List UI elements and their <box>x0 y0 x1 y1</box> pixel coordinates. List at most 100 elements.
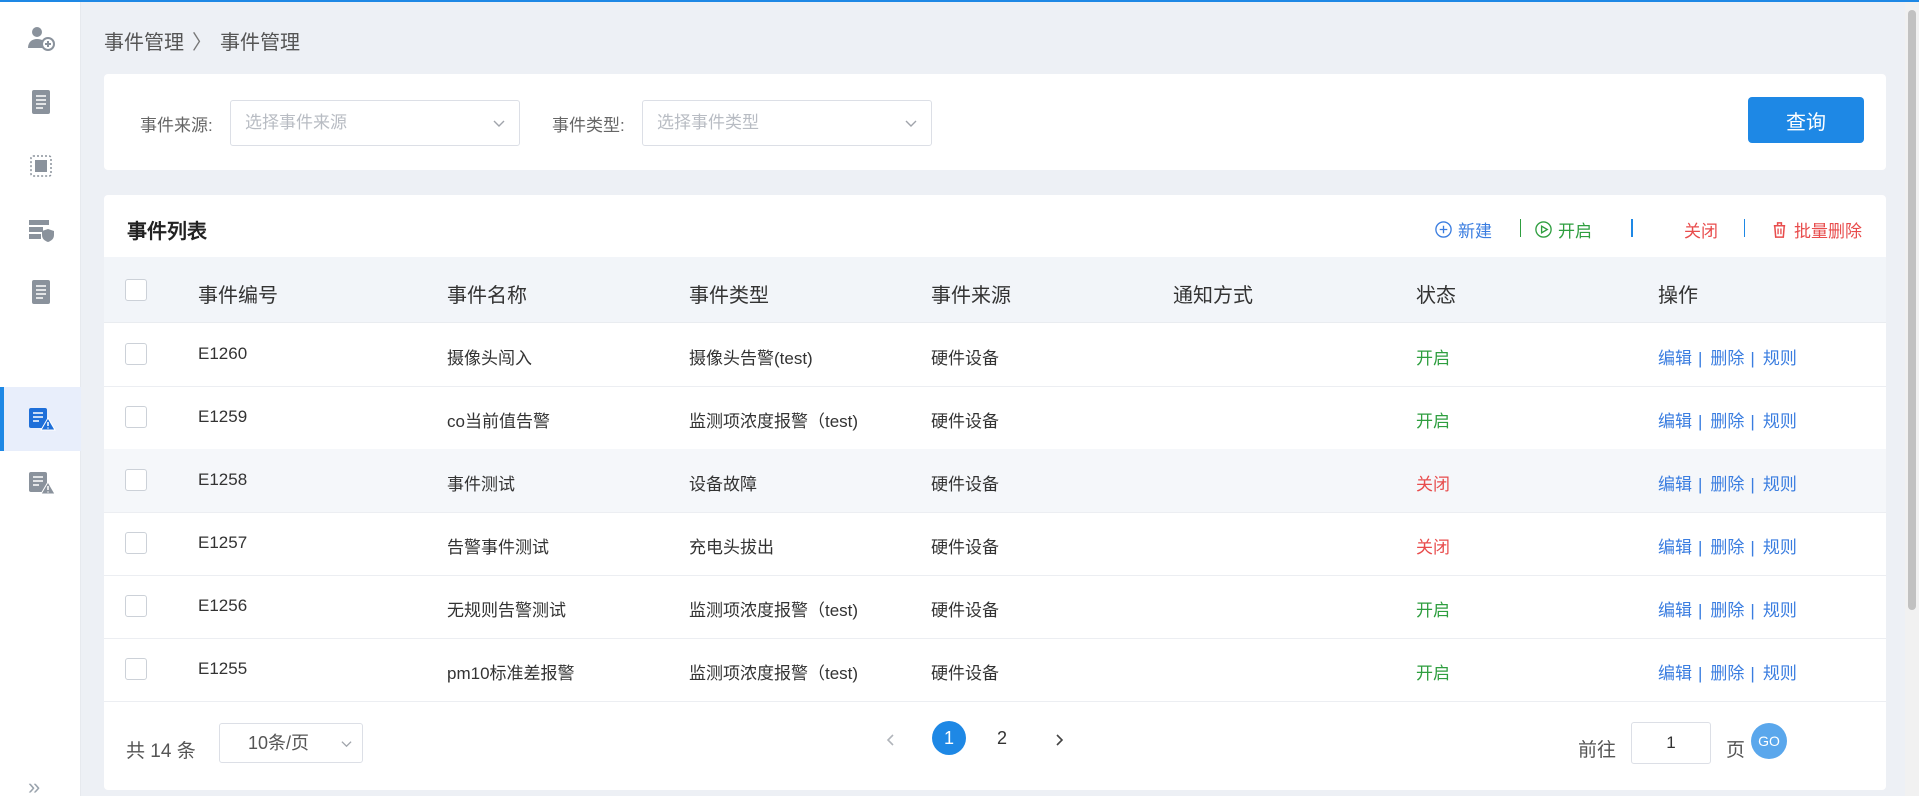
event-list-title: 事件列表 <box>127 221 207 243</box>
table-row[interactable]: E1260 摄像头闯入 摄像头告警(test) 硬件设备 开启 编辑 | 删除 | 规则 <box>104 323 1886 387</box>
rule-link[interactable]: 规则 <box>1763 538 1797 557</box>
page-scrollbar[interactable] <box>1905 2 1919 796</box>
page-size-select[interactable]: 10条/页 <box>219 723 363 763</box>
event-source-cell: 硬件设备 <box>931 349 999 368</box>
action-separator: | <box>1750 664 1755 683</box>
action-separator: | <box>1750 538 1755 557</box>
sidebar-item-event-management[interactable] <box>0 387 81 451</box>
next-page-icon[interactable] <box>1052 733 1066 747</box>
collapse-sidebar-icon[interactable]: » <box>28 776 40 796</box>
goto-page-input[interactable] <box>1631 722 1711 764</box>
sidebar-item-security[interactable] <box>0 198 81 262</box>
event-type-cell: 设备故障 <box>689 475 757 494</box>
event-name-cell: 无规则告警测试 <box>447 601 566 620</box>
batch-delete-button[interactable]: 批量删除 <box>1770 217 1862 242</box>
rule-link[interactable]: 规则 <box>1763 664 1797 683</box>
event-type-label: 事件类型: <box>552 116 625 135</box>
row-checkbox[interactable] <box>125 406 147 428</box>
edit-link[interactable]: 编辑 <box>1658 475 1692 494</box>
delete-link[interactable]: 删除 <box>1710 664 1744 683</box>
query-button[interactable]: 查询 <box>1748 97 1864 143</box>
status-cell: 关闭 <box>1416 475 1450 494</box>
row-checkbox[interactable] <box>125 658 147 680</box>
enable-button[interactable]: 开启 <box>1534 217 1592 242</box>
sidebar-item-user-add[interactable] <box>0 6 81 70</box>
event-source-placeholder: 选择事件来源 <box>245 113 347 132</box>
status-cell: 开启 <box>1416 601 1450 620</box>
row-checkbox[interactable] <box>125 469 147 491</box>
table-row[interactable]: E1258 事件测试 设备故障 硬件设备 关闭 编辑 | 删除 | 规则 <box>104 449 1886 513</box>
event-id-cell: E1258 <box>198 470 248 489</box>
disable-label: 关闭 <box>1684 222 1718 241</box>
event-source-select[interactable]: 选择事件来源 <box>230 100 520 146</box>
sidebar-item-devices[interactable] <box>0 134 81 198</box>
chevron-down-icon <box>341 741 352 748</box>
table-row[interactable]: E1255 pm10标准差报警 监测项浓度报警（test) 硬件设备 开启 编辑 | 删除 | 规… <box>104 638 1886 702</box>
edit-link[interactable]: 编辑 <box>1658 664 1692 683</box>
select-all-checkbox[interactable] <box>125 279 147 301</box>
status-cell: 开启 <box>1416 664 1450 683</box>
enable-label: 开启 <box>1558 222 1592 241</box>
rule-link[interactable]: 规则 <box>1763 349 1797 368</box>
sidebar: » <box>0 2 81 796</box>
column-header-status[interactable]: 状态 <box>1416 279 1456 308</box>
column-header-type[interactable]: 事件类型 <box>689 279 769 308</box>
event-name-cell: 事件测试 <box>447 475 515 494</box>
rule-link[interactable]: 规则 <box>1763 412 1797 431</box>
trash-icon <box>1773 222 1786 238</box>
row-actions: 编辑 | 删除 | 规则 <box>1658 659 1797 684</box>
table-header: 事件编号 事件名称 事件类型 事件来源 通知方式 状态 操作 <box>104 257 1886 323</box>
column-header-notify[interactable]: 通知方式 <box>1173 279 1253 308</box>
row-checkbox[interactable] <box>125 532 147 554</box>
disable-button[interactable]: 关闭 <box>1684 217 1718 242</box>
action-separator: | <box>1698 538 1703 557</box>
go-button[interactable]: GO <box>1751 723 1787 759</box>
edit-link[interactable]: 编辑 <box>1658 601 1692 620</box>
sidebar-item-documents[interactable] <box>0 70 81 134</box>
table-row[interactable]: E1257 告警事件测试 充电头拔出 硬件设备 关闭 编辑 | 删除 | 规则 <box>104 512 1886 576</box>
page-button-2[interactable]: 2 <box>985 721 1019 755</box>
delete-link[interactable]: 删除 <box>1710 601 1744 620</box>
delete-link[interactable]: 删除 <box>1710 349 1744 368</box>
event-source-cell: 硬件设备 <box>931 412 999 431</box>
toolbar-divider <box>1631 219 1633 237</box>
event-name-cell: co当前值告警 <box>447 412 550 431</box>
action-separator: | <box>1750 349 1755 368</box>
row-checkbox[interactable] <box>125 595 147 617</box>
breadcrumb-parent[interactable]: 事件管理 <box>104 32 184 54</box>
row-actions: 编辑 | 删除 | 规则 <box>1658 533 1797 558</box>
delete-link[interactable]: 删除 <box>1710 412 1744 431</box>
page-button-1[interactable]: 1 <box>932 721 966 755</box>
event-id-cell: E1257 <box>198 533 248 552</box>
delete-link[interactable]: 删除 <box>1710 538 1744 557</box>
table-row[interactable]: E1259 co当前值告警 监测项浓度报警（test) 硬件设备 开启 编辑 | 删除 | 规则 <box>104 386 1886 450</box>
prev-page-icon[interactable] <box>884 733 898 747</box>
edit-link[interactable]: 编辑 <box>1658 412 1692 431</box>
scrollbar-thumb[interactable] <box>1908 10 1916 610</box>
event-source-cell: 硬件设备 <box>931 538 999 557</box>
column-header-name[interactable]: 事件名称 <box>447 279 527 308</box>
create-button[interactable]: 新建 <box>1434 217 1492 242</box>
plus-circle-icon <box>1435 221 1452 238</box>
document-list-icon <box>31 280 50 304</box>
event-type-placeholder: 选择事件类型 <box>657 113 759 132</box>
event-type-cell: 监测项浓度报警（test) <box>689 601 859 620</box>
action-separator: | <box>1750 601 1755 620</box>
column-header-id[interactable]: 事件编号 <box>198 279 278 308</box>
sidebar-item-reports[interactable] <box>0 260 81 324</box>
delete-link[interactable]: 删除 <box>1710 475 1744 494</box>
toolbar-divider <box>1744 219 1745 237</box>
column-header-source[interactable]: 事件来源 <box>931 279 1011 308</box>
event-name-cell: 摄像头闯入 <box>447 349 532 368</box>
event-type-cell: 充电头拔出 <box>689 538 774 557</box>
rule-link[interactable]: 规则 <box>1763 601 1797 620</box>
row-checkbox[interactable] <box>125 343 147 365</box>
table-row[interactable]: E1256 无规则告警测试 监测项浓度报警（test) 硬件设备 开启 编辑 | 删除 | 规则 <box>104 575 1886 639</box>
edit-link[interactable]: 编辑 <box>1658 349 1692 368</box>
create-label: 新建 <box>1458 222 1492 241</box>
rule-link[interactable]: 规则 <box>1763 475 1797 494</box>
sidebar-item-event-alerts[interactable] <box>0 451 81 515</box>
edit-link[interactable]: 编辑 <box>1658 538 1692 557</box>
event-type-select[interactable]: 选择事件类型 <box>642 100 932 146</box>
toolbar-divider <box>1520 219 1521 237</box>
